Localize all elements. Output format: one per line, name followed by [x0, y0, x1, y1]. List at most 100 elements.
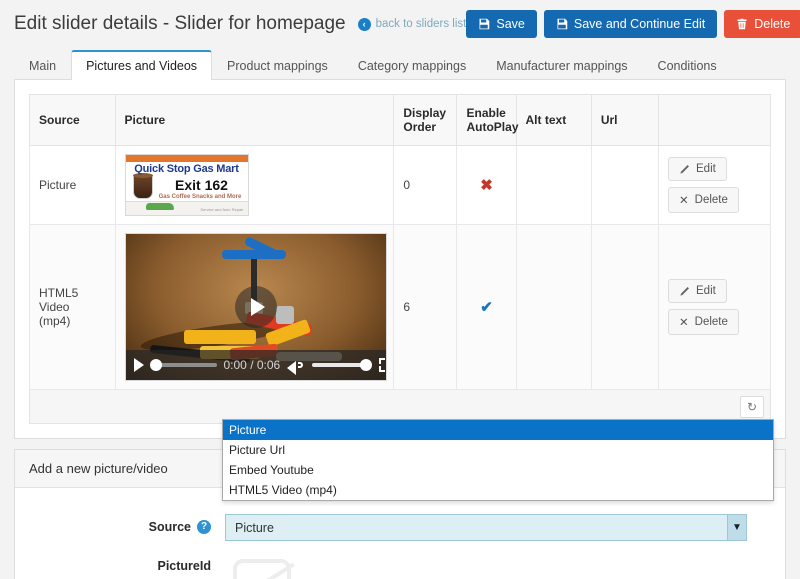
row-edit-button[interactable]: Edit	[668, 279, 727, 303]
cell-alt-text	[515, 145, 592, 225]
save-and-continue-edit-button[interactable]: Save and Continue Edit	[543, 10, 718, 38]
speaker-shape	[287, 361, 297, 375]
row-edit-button[interactable]: Edit	[668, 157, 727, 181]
column-header-commands	[658, 94, 771, 146]
cell-enable-autoplay: ✖	[456, 145, 517, 225]
lego-piece	[183, 330, 256, 344]
tab-product-mappings[interactable]: Product mappings	[212, 51, 343, 80]
save-button[interactable]: Save	[466, 10, 537, 38]
source-select-value: Picture	[235, 520, 274, 535]
trash-icon	[736, 18, 748, 30]
save-icon	[556, 18, 568, 30]
thumbnail-road-text: Service and Auto Repair	[200, 207, 244, 212]
column-header-display-order: Display Order	[393, 94, 458, 146]
add-picture-video-body: Source ? Picture ▼ PictureId	[15, 488, 785, 579]
source-option-picture-url[interactable]: Picture Url	[223, 440, 773, 460]
chevron-down-icon[interactable]: ▼	[727, 515, 746, 540]
page-title: Edit slider details - Slider for homepag…	[14, 13, 346, 34]
progress-handle[interactable]	[149, 359, 162, 371]
close-icon: ✕	[679, 195, 689, 207]
row-delete-label: Delete	[694, 194, 728, 206]
source-field: Picture ▼	[225, 514, 771, 541]
video-controls: 0:00 / 0:06	[125, 350, 386, 380]
car-icon	[145, 203, 174, 210]
speaker-wave	[298, 362, 304, 368]
column-header-enable-autoplay: Enable AutoPlay	[456, 94, 519, 146]
pictureid-label: PictureId	[157, 559, 212, 573]
cell-commands: Edit ✕ Delete	[658, 224, 771, 390]
source-form-row: Source ? Picture ▼	[29, 502, 771, 541]
thumbnail-top-band	[125, 155, 248, 162]
pencil-icon	[679, 286, 690, 297]
source-dropdown-list[interactable]: Picture Picture Url Embed Youtube HTML5 …	[222, 419, 774, 501]
pictureid-field: NO IMAGE	[225, 553, 771, 579]
fullscreen-icon[interactable]	[379, 358, 386, 372]
column-header-url: Url	[590, 94, 660, 146]
play-icon[interactable]	[133, 358, 144, 372]
tabs-container: Main Pictures and Videos Product mapping…	[0, 48, 800, 80]
pencil-icon	[679, 164, 690, 175]
back-link-label: back to sliders list	[375, 18, 467, 30]
tab-conditions[interactable]: Conditions	[643, 51, 732, 80]
cell-commands: Edit ✕ Delete	[658, 145, 771, 225]
fullscreen-corner	[379, 358, 386, 364]
lego-piece	[275, 306, 294, 324]
volume-handle[interactable]	[360, 359, 373, 371]
cell-source: Picture	[29, 145, 116, 225]
cell-source: HTML5 Video (mp4)	[29, 224, 116, 390]
play-overlay-icon[interactable]	[234, 286, 277, 328]
fullscreen-corner	[379, 366, 386, 372]
save-and-continue-edit-button-label: Save and Continue Edit	[573, 17, 706, 31]
cell-display-order: 6	[393, 224, 458, 390]
cell-enable-autoplay: ✔	[456, 224, 517, 390]
tab-pictures-and-videos[interactable]: Pictures and Videos	[71, 50, 213, 80]
back-to-sliders-list-link[interactable]: ‹ back to sliders list	[357, 17, 467, 31]
row-delete-button[interactable]: ✕ Delete	[668, 187, 739, 213]
progress-slider[interactable]	[149, 359, 217, 371]
coffee-cup-icon	[132, 173, 153, 199]
column-header-alt-text: Alt text	[515, 94, 592, 146]
arrow-left-circle-icon: ‹	[357, 17, 371, 31]
picture-thumbnail: Quick Stop Gas Mart Exit 162 Gas Coffee …	[124, 154, 249, 216]
cell-alt-text	[515, 224, 592, 390]
cell-url	[590, 224, 660, 390]
source-option-embed-youtube[interactable]: Embed Youtube	[223, 460, 773, 480]
grid-header-row: Source Picture Display Order Enable Auto…	[29, 94, 771, 146]
refresh-icon[interactable]: ↻	[740, 395, 764, 418]
row-edit-label: Edit	[696, 285, 716, 297]
row-edit-label: Edit	[696, 163, 716, 175]
help-icon[interactable]: ?	[197, 520, 211, 534]
table-row: Picture Quick Stop Gas Mart Exit 162 Gas…	[29, 145, 771, 225]
thumbnail-exit: Exit 162	[175, 177, 228, 193]
video-time-display: 0:00 / 0:06	[223, 358, 281, 372]
source-option-picture[interactable]: Picture	[223, 420, 773, 440]
no-image-placeholder[interactable]: NO IMAGE	[225, 557, 303, 579]
cell-display-order: 0	[393, 145, 458, 225]
source-select[interactable]: Picture ▼	[225, 514, 747, 541]
delete-button-label: Delete	[754, 17, 791, 31]
tab-main[interactable]: Main	[14, 51, 71, 80]
tab-bar: Main Pictures and Videos Product mapping…	[14, 48, 786, 80]
row-delete-button[interactable]: ✕ Delete	[668, 309, 739, 335]
thumbnail-tagline: Gas Coffee Snacks and More	[158, 194, 242, 200]
volume-icon[interactable]	[287, 358, 305, 375]
table-row: HTML5 Video (mp4) 0:00 / 0:06 6 ✔ Edit ✕…	[29, 224, 771, 390]
tab-manufacturer-mappings[interactable]: Manufacturer mappings	[481, 51, 642, 80]
admin-page: Edit slider details - Slider for homepag…	[0, 0, 800, 579]
cell-url	[590, 145, 660, 225]
delete-button[interactable]: Delete	[724, 10, 800, 38]
cross-icon: ✖	[480, 177, 493, 194]
cell-picture: Quick Stop Gas Mart Exit 162 Gas Coffee …	[114, 145, 395, 225]
pictureid-form-row: PictureId NO IMAGE	[29, 541, 771, 579]
check-icon: ✔	[480, 299, 493, 316]
header-actions: Save Save and Continue Edit Delete	[466, 10, 800, 38]
pictureid-label-wrap: PictureId	[29, 553, 225, 573]
page-header: Edit slider details - Slider for homepag…	[0, 0, 800, 48]
column-header-picture: Picture	[114, 94, 395, 146]
close-icon: ✕	[679, 317, 689, 329]
save-icon	[478, 18, 490, 30]
tab-category-mappings[interactable]: Category mappings	[343, 51, 481, 80]
volume-slider[interactable]	[312, 359, 373, 371]
source-option-html5-video[interactable]: HTML5 Video (mp4)	[223, 480, 773, 500]
html5-video-player[interactable]: 0:00 / 0:06	[124, 233, 387, 381]
